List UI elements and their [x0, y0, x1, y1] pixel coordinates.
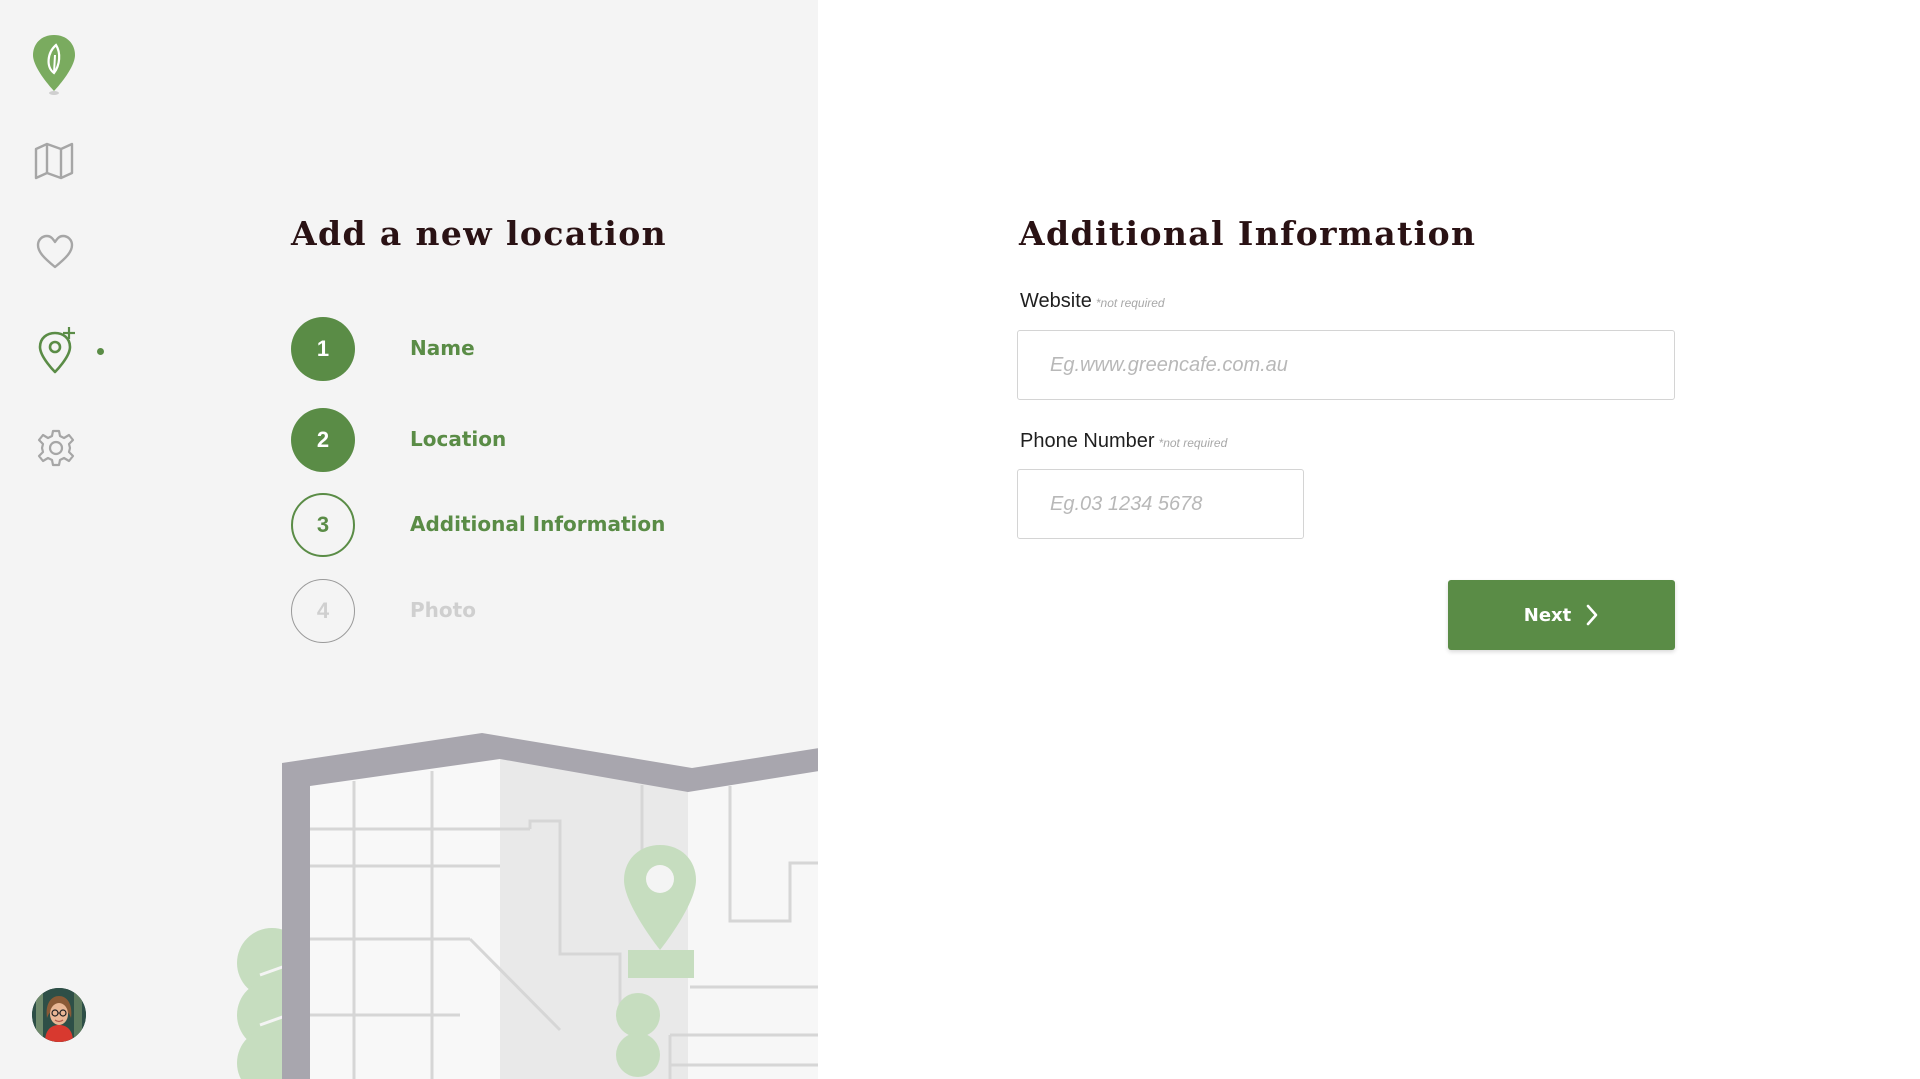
chevron-right-icon	[1585, 603, 1599, 627]
active-indicator-dot	[97, 348, 104, 355]
user-avatar[interactable]	[32, 988, 86, 1042]
step-number: 2	[291, 408, 355, 472]
wizard-title: Add a new location	[291, 214, 668, 253]
gear-icon[interactable]	[36, 428, 76, 468]
next-button[interactable]: Next	[1448, 580, 1675, 650]
website-label: Website *not required	[1020, 290, 1165, 313]
website-input[interactable]	[1017, 330, 1675, 400]
step-name[interactable]: 1 Name	[291, 317, 711, 381]
next-button-label: Next	[1523, 604, 1572, 626]
step-number: 3	[291, 493, 355, 557]
step-label: Name	[410, 336, 475, 360]
add-location-icon[interactable]	[36, 326, 78, 374]
step-number: 4	[291, 579, 355, 643]
phone-label: Phone Number *not required	[1020, 430, 1227, 453]
heart-icon[interactable]	[36, 234, 74, 270]
step-photo[interactable]: 4 Photo	[291, 579, 711, 643]
right-panel	[818, 0, 1920, 1079]
leaf-pin-icon[interactable]	[30, 33, 78, 97]
website-hint: *not required	[1095, 296, 1165, 310]
step-label: Location	[410, 427, 507, 451]
step-location[interactable]: 2 Location	[291, 408, 711, 472]
step-additional-information[interactable]: 3 Additional Information	[291, 493, 711, 557]
step-label: Photo	[410, 598, 476, 622]
phone-label-text: Phone Number	[1020, 430, 1155, 452]
step-label: Additional Information	[410, 512, 666, 536]
website-label-text: Website	[1020, 290, 1092, 312]
phone-hint: *not required	[1158, 436, 1228, 450]
phone-input[interactable]	[1017, 469, 1304, 539]
map-icon[interactable]	[34, 142, 74, 180]
step-number: 1	[291, 317, 355, 381]
form-title: Additional Information	[1019, 214, 1477, 253]
